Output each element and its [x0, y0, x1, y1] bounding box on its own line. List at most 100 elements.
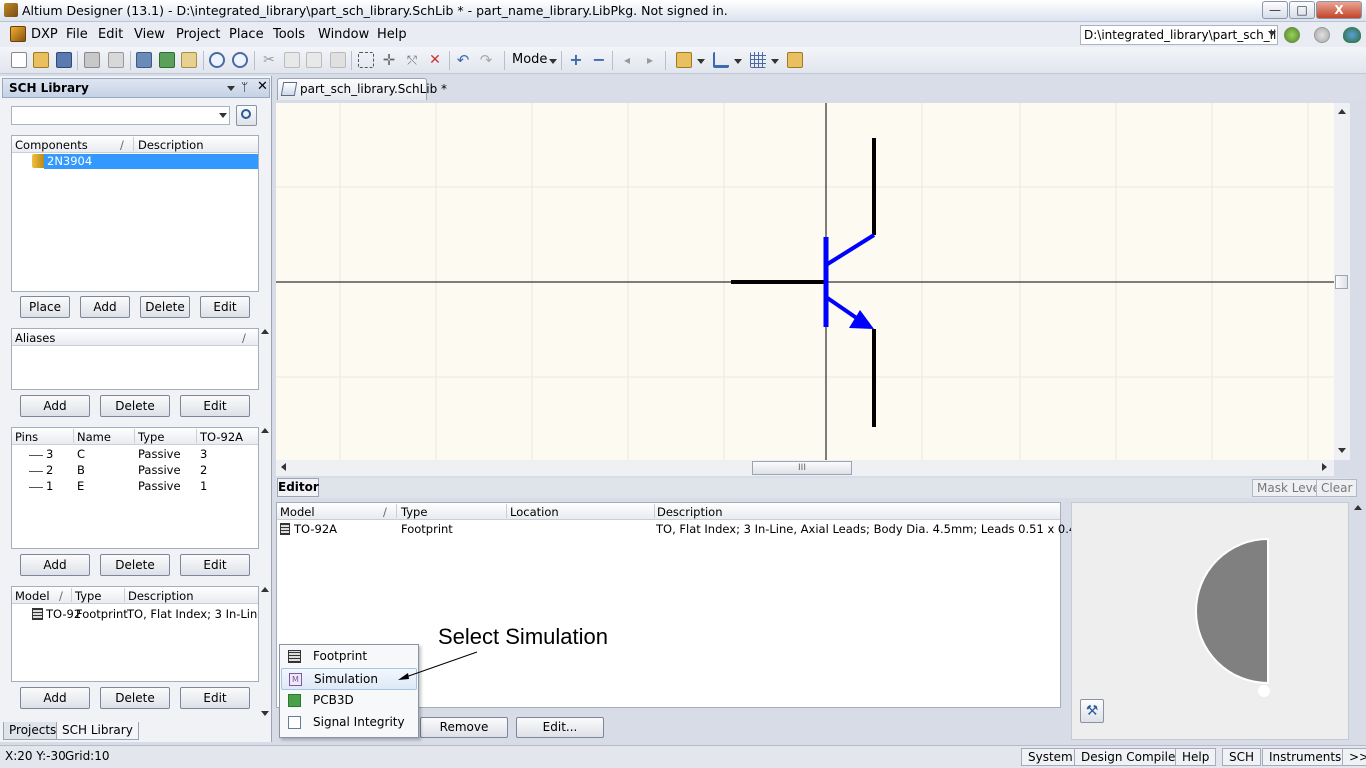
menu-view[interactable]: View	[134, 27, 165, 42]
delete-component-button[interactable]: Delete	[140, 296, 190, 318]
scroll-up-icon[interactable]	[1338, 109, 1346, 114]
col-pins[interactable]: Pins	[15, 430, 38, 444]
copy-icon[interactable]	[284, 52, 300, 68]
remove-model-button[interactable]: Remove	[420, 717, 508, 738]
components-list[interactable]: Components / Description 2N3904	[11, 135, 259, 292]
scroll-up-icon[interactable]	[261, 428, 269, 433]
col-model[interactable]: Model	[15, 589, 50, 603]
model-row[interactable]: TO-92 Footprint TO, Flat Index; 3 In-Lin…	[12, 606, 258, 622]
pin-panel-icon[interactable]: ᛘ	[241, 80, 248, 94]
cut-icon[interactable]: ✂	[261, 52, 277, 68]
scroll-up-icon[interactable]	[261, 329, 269, 334]
home-icon[interactable]	[1343, 27, 1361, 43]
component-dropdown-arrow-icon[interactable]	[697, 59, 705, 64]
col-components[interactable]: Components	[15, 138, 88, 152]
deselect-icon[interactable]: ✕	[427, 52, 443, 68]
tab-sch-library[interactable]: SCH Library	[56, 722, 139, 740]
add-pin-button[interactable]: Add	[20, 554, 90, 576]
panel-menu-arrow-icon[interactable]	[227, 86, 235, 91]
forward-icon[interactable]	[1314, 27, 1330, 43]
next-part-icon[interactable]: ▸	[642, 52, 658, 68]
pin-row[interactable]: 1 E Passive 1	[12, 478, 258, 494]
open-folder-icon[interactable]	[33, 52, 49, 68]
add-model-button[interactable]: Add	[20, 687, 90, 709]
pin-row[interactable]: 3 C Passive 3	[12, 446, 258, 462]
grid-icon[interactable]	[750, 52, 766, 68]
help-panel-button[interactable]: Help	[1175, 748, 1217, 766]
canvas-vertical-scrollbar[interactable]	[1334, 103, 1350, 460]
place-button[interactable]: Place	[20, 296, 70, 318]
canvas-horizontal-scrollbar[interactable]: III	[276, 460, 1334, 476]
path-dropdown-arrow-icon[interactable]	[1268, 31, 1276, 36]
col-location[interactable]: Location	[510, 505, 559, 519]
edit-model-button[interactable]: Edit	[180, 687, 250, 709]
models-list[interactable]: Model / Type Description TO-92 Footprint…	[11, 586, 259, 682]
mode-dropdown-arrow-icon[interactable]	[549, 59, 557, 64]
design-compiler-panel-button[interactable]: Design Compiler	[1074, 748, 1188, 766]
pins-list[interactable]: Pins Name Type TO-92A 3 C Passive 3 2 B …	[11, 427, 259, 549]
search-button[interactable]	[236, 105, 257, 126]
grid-dropdown-arrow-icon[interactable]	[771, 59, 779, 64]
component-row[interactable]: 2N3904	[44, 154, 258, 169]
menu-window[interactable]: Window	[318, 27, 369, 42]
scroll-down-icon[interactable]	[1338, 448, 1346, 453]
delete-model-button[interactable]: Delete	[100, 687, 170, 709]
menu-help[interactable]: Help	[377, 27, 407, 42]
print-preview-icon[interactable]	[108, 52, 124, 68]
menu-file[interactable]: File	[66, 27, 88, 42]
back-icon[interactable]	[1284, 27, 1300, 43]
dxp-icon[interactable]	[10, 26, 26, 42]
scroll-left-icon[interactable]	[281, 463, 286, 471]
col-aliases[interactable]: Aliases	[15, 331, 55, 345]
delete-alias-button[interactable]: Delete	[100, 395, 170, 417]
paste-icon[interactable]	[306, 52, 322, 68]
horizontal-scroll-thumb[interactable]: III	[752, 461, 852, 475]
drawing-tools-icon[interactable]	[713, 52, 729, 68]
col-description[interactable]: Description	[128, 589, 194, 603]
component-search-combo[interactable]	[11, 106, 230, 125]
move-selection-icon[interactable]: ⤲	[404, 52, 420, 68]
print-icon[interactable]	[84, 52, 100, 68]
preview-tools-icon[interactable]: ⚒	[1080, 699, 1104, 723]
editor-model-row[interactable]: TO-92A Footprint TO, Flat Index; 3 In-Li…	[277, 521, 1129, 537]
instruments-panel-button[interactable]: Instruments	[1262, 748, 1349, 766]
system-panel-button[interactable]: System	[1021, 748, 1080, 766]
close-button[interactable]: X	[1316, 1, 1362, 19]
add-component-button[interactable]: Add	[80, 296, 130, 318]
minimize-button[interactable]: —	[1262, 1, 1288, 19]
add-part-icon[interactable]: +	[568, 52, 584, 68]
document-tab[interactable]: part_sch_library.SchLib *	[277, 78, 447, 100]
scroll-up-icon[interactable]	[261, 587, 269, 592]
layers-icon[interactable]	[136, 52, 152, 68]
board-icon[interactable]	[159, 52, 175, 68]
remove-part-icon[interactable]: −	[591, 52, 607, 68]
delete-pin-button[interactable]: Delete	[100, 554, 170, 576]
menu-project[interactable]: Project	[176, 27, 220, 42]
component-icon[interactable]	[676, 52, 692, 68]
more-panels-button[interactable]: >>	[1342, 748, 1366, 766]
scroll-up-icon[interactable]	[1354, 505, 1362, 510]
col-description[interactable]: Description	[657, 505, 723, 519]
mode-dropdown[interactable]: Mode	[512, 52, 547, 67]
undo-icon[interactable]: ↶	[455, 52, 471, 68]
col-description[interactable]: Description	[138, 138, 204, 152]
col-type[interactable]: Type	[75, 589, 101, 603]
document-path-dropdown[interactable]: D:\integrated_library\part_sch_libra	[1080, 25, 1278, 45]
pin-row[interactable]: 2 B Passive 2	[12, 462, 258, 478]
schematic-canvas[interactable]	[276, 103, 1334, 460]
sch-panel-button[interactable]: SCH	[1222, 748, 1262, 766]
clear-button[interactable]: Clear	[1316, 479, 1358, 497]
new-document-icon[interactable]	[11, 52, 27, 68]
col-model[interactable]: Model	[280, 505, 315, 519]
maximize-button[interactable]: □	[1289, 1, 1315, 19]
browse-icon[interactable]	[181, 52, 197, 68]
menu-tools[interactable]: Tools	[273, 27, 305, 42]
previous-part-icon[interactable]: ◂	[619, 52, 635, 68]
scroll-down-icon[interactable]	[261, 711, 269, 716]
add-alias-button[interactable]: Add	[20, 395, 90, 417]
zoom-in-icon[interactable]	[209, 52, 225, 68]
menu-edit[interactable]: Edit	[98, 27, 123, 42]
col-type[interactable]: Type	[138, 430, 164, 444]
edit-model-button[interactable]: Edit...	[516, 717, 604, 738]
drawing-tools-dropdown-arrow-icon[interactable]	[734, 59, 742, 64]
